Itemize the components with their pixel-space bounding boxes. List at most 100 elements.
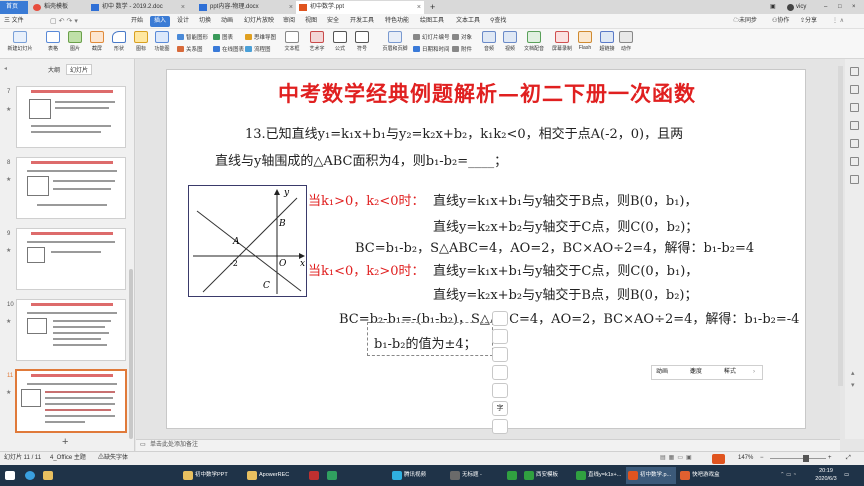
- taskbar-app-active[interactable]: 初中数学.p...: [626, 467, 676, 484]
- taskbar-app[interactable]: [22, 467, 38, 484]
- maximize-button[interactable]: □: [836, 1, 848, 14]
- pen-icon[interactable]: [492, 347, 508, 362]
- notification-icon[interactable]: ▭: [844, 467, 862, 484]
- mindmap-button[interactable]: 思维导图: [245, 33, 276, 41]
- icon-button[interactable]: 图标: [131, 31, 151, 52]
- menu-slideshow[interactable]: 幻灯片放映: [244, 16, 274, 27]
- taskbar-app[interactable]: 西安模板: [522, 467, 572, 484]
- backup-icon[interactable]: [850, 175, 859, 184]
- screenshot-button[interactable]: 截屏: [87, 31, 107, 52]
- formula-button[interactable]: 公式: [330, 31, 350, 52]
- notes-placeholder[interactable]: 单击此处添加备注: [150, 440, 198, 451]
- clock[interactable]: 20:19 2020/6/3: [812, 467, 840, 483]
- table-button[interactable]: 表格: [43, 31, 63, 52]
- solution-line-2[interactable]: 直线y=k₂x+b₂与y轴交于C点，则C(0，b₂)；: [433, 216, 698, 235]
- menu-features[interactable]: 特色功能: [385, 16, 409, 27]
- zoom-in-button[interactable]: +: [828, 452, 832, 465]
- collapse-panel-icon[interactable]: ◂: [4, 65, 7, 72]
- play-slideshow-button[interactable]: [712, 454, 725, 464]
- user-button[interactable]: vicy: [786, 1, 814, 14]
- video-button[interactable]: 视频: [501, 31, 519, 52]
- slide-title[interactable]: 中考数学经典例题解析—初二下册一次函数: [167, 78, 807, 108]
- solution-line-5[interactable]: 直线y=k₂x+b₂与y轴交于B点，则B(0，b₂)；: [433, 284, 697, 303]
- doc-voice-button[interactable]: 文档配音: [522, 31, 546, 52]
- taskbar-app[interactable]: [504, 467, 520, 484]
- chart-button[interactable]: 图表: [213, 33, 233, 41]
- online-chart-button[interactable]: 在线图表: [213, 45, 244, 53]
- search-box[interactable]: ⚲查找: [490, 16, 506, 27]
- date-time-button[interactable]: 日期和时间: [413, 45, 450, 53]
- menu-transition[interactable]: 切换: [199, 16, 211, 27]
- minimize-button[interactable]: –: [822, 1, 834, 14]
- taskbar-app[interactable]: [40, 467, 56, 484]
- solution-line-3[interactable]: BC=b₁-b₂，S△ABC=4，AO=2，BC×AO÷2=4，解得：b₁-b₂…: [355, 237, 754, 256]
- menu-design[interactable]: 设计: [177, 16, 189, 27]
- copy-icon[interactable]: [492, 383, 508, 398]
- menu-review[interactable]: 审阅: [283, 16, 295, 27]
- missing-font-button[interactable]: ⚠缺失字体: [98, 452, 128, 465]
- solution-line-1[interactable]: 直线y=k₁x+b₁与y轴交于B点，则B(0，b₁)，: [433, 190, 697, 209]
- solution-line-4[interactable]: 直线y=k₁x+b₁与y轴交于C点，则C(0，b₁)，: [433, 260, 698, 279]
- zoom-slider-thumb[interactable]: [803, 455, 809, 462]
- format-icon[interactable]: [850, 85, 859, 94]
- object-button[interactable]: 对象: [452, 33, 472, 41]
- view-buttons[interactable]: ▤▦▭▣: [660, 452, 695, 465]
- add-slide-button[interactable]: +: [62, 436, 68, 448]
- hyperlink-button[interactable]: 超链接: [597, 31, 617, 52]
- more-icon[interactable]: ⋮ ∧: [832, 16, 844, 27]
- menu-developer[interactable]: 开发工具: [350, 16, 374, 27]
- menu-text-tools[interactable]: 文本工具: [456, 16, 480, 27]
- quick-access-icons[interactable]: ▢↶↷▾: [50, 16, 80, 27]
- share-button[interactable]: ⇪分享: [800, 16, 817, 27]
- tab-list-icon[interactable]: ▣: [768, 1, 780, 14]
- text-pane-icon[interactable]: [850, 139, 859, 148]
- taskbar-app[interactable]: ApowerREC: [245, 467, 303, 484]
- wordart-button[interactable]: 艺术字: [307, 31, 327, 52]
- function-chart-button[interactable]: 功能图: [151, 31, 173, 52]
- slide-thumbnail[interactable]: [16, 157, 126, 219]
- selected-textbox[interactable]: b₁-b₂的值为±4；: [367, 322, 493, 356]
- audio-button[interactable]: 音频: [480, 31, 498, 52]
- layers-icon[interactable]: [492, 311, 508, 326]
- menu-drawing-tools[interactable]: 绘图工具: [420, 16, 444, 27]
- tab-outline[interactable]: 大纲: [48, 65, 60, 74]
- answer-line[interactable]: b₁-b₂的值为±4；: [374, 333, 477, 352]
- slide-thumbnail[interactable]: [16, 299, 126, 361]
- style-pane-icon[interactable]: [850, 121, 859, 130]
- attachment-button[interactable]: 附件: [452, 45, 472, 53]
- relation-button[interactable]: 关系图: [177, 45, 203, 53]
- add-tab-button[interactable]: +: [428, 1, 440, 14]
- chevron-right-icon[interactable]: ›: [753, 366, 755, 379]
- taskbar-app[interactable]: 直线y=k1x+...: [574, 467, 624, 484]
- tab-doc2[interactable]: ppt内容-物理.docx ×: [196, 1, 296, 14]
- slide-number-button[interactable]: 幻灯片编号: [413, 33, 450, 41]
- more-tools-icon[interactable]: [492, 419, 508, 434]
- question-line-1[interactable]: 13.已知直线y₁=k₁x+b₁与y₂=k₂x+b₂，k₁k₂<0，相交于点A(…: [245, 123, 683, 142]
- property-icon[interactable]: [850, 67, 859, 76]
- slide-thumbnail-selected[interactable]: [15, 369, 127, 433]
- tab-home[interactable]: 首页: [0, 1, 28, 14]
- tab-slides[interactable]: 幻灯片: [66, 64, 93, 75]
- textbox-button[interactable]: 文本框: [282, 31, 302, 52]
- menu-view[interactable]: 视图: [305, 16, 317, 27]
- selection-pane-icon[interactable]: [850, 157, 859, 166]
- close-icon[interactable]: ×: [181, 1, 185, 14]
- flash-button[interactable]: Flash: [576, 31, 594, 51]
- function-graph[interactable]: y x B A O C -2: [188, 185, 307, 297]
- tab-docer[interactable]: 稻壳模板: [30, 1, 86, 14]
- zoom-out-button[interactable]: −: [760, 452, 764, 465]
- menu-animation[interactable]: 动画: [221, 16, 233, 27]
- menu-home[interactable]: 开始: [131, 16, 143, 27]
- flowchart-button[interactable]: 流程图: [245, 45, 271, 53]
- slide-thumbnail[interactable]: [16, 86, 126, 148]
- symbol-button[interactable]: 符号: [352, 31, 372, 52]
- start-button[interactable]: [2, 467, 18, 484]
- header-footer-button[interactable]: 页眉和页脚: [380, 31, 410, 52]
- zoom-slider[interactable]: [770, 458, 826, 459]
- taskbar-app[interactable]: 快吧游戏盒: [678, 467, 724, 484]
- screen-record-button[interactable]: 屏幕录制: [550, 31, 574, 52]
- close-window-button[interactable]: ×: [850, 1, 862, 14]
- action-button[interactable]: 动作: [618, 31, 634, 52]
- close-icon[interactable]: ×: [417, 1, 421, 14]
- picture-button[interactable]: 图片: [65, 31, 85, 52]
